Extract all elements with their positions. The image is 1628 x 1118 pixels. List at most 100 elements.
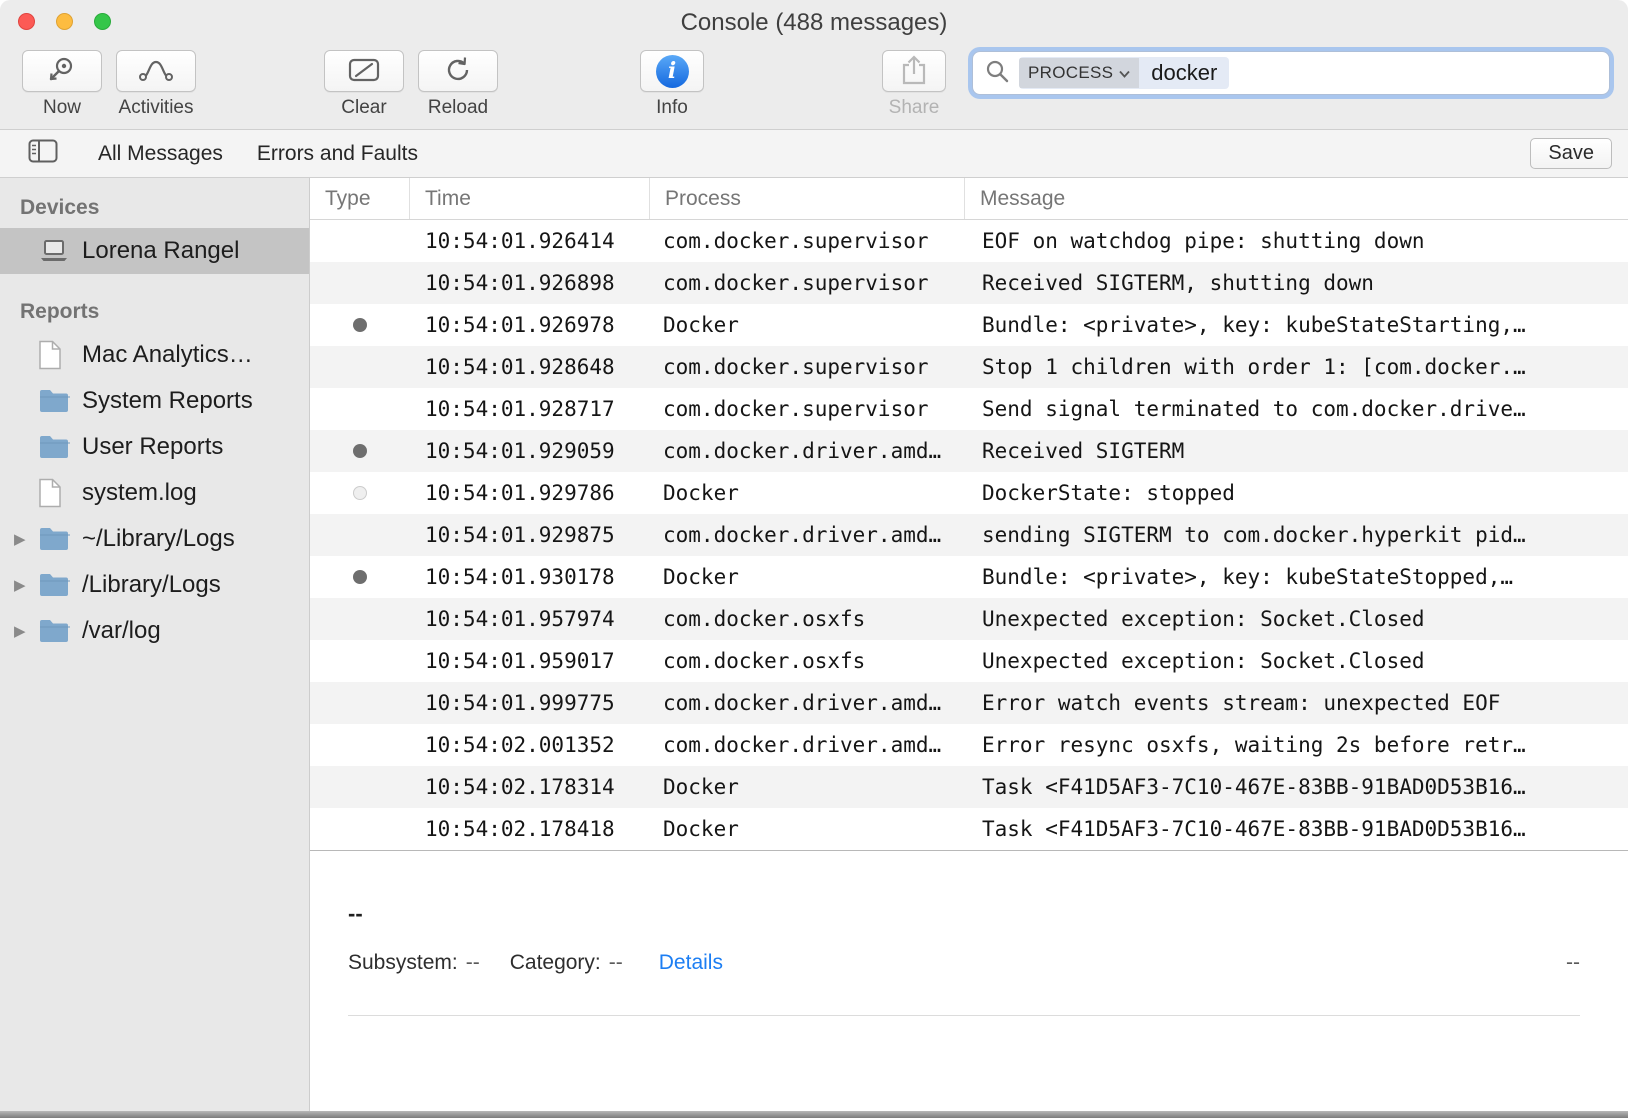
table-row[interactable]: 10:54:01.999775com.docker.driver.amd…Err…: [310, 682, 1628, 724]
message-cell: Error watch events stream: unexpected EO…: [965, 691, 1628, 715]
close-button[interactable]: [18, 13, 35, 30]
time-cell: 10:54:02.178314: [410, 775, 650, 799]
search-input[interactable]: [1229, 60, 1597, 86]
share-icon: [900, 54, 928, 89]
now-button[interactable]: [22, 50, 102, 92]
time-cell: 10:54:01.999775: [410, 691, 650, 715]
message-cell: Received SIGTERM: [965, 439, 1628, 463]
window-bottom-edge: [0, 1111, 1628, 1118]
log-level-dot-icon: [353, 318, 367, 332]
sidebar-item-mac-analytics[interactable]: Mac Analytics…: [0, 332, 309, 378]
category-label: Category:: [510, 951, 601, 975]
sidebar: DevicesLorena RangelReportsMac Analytics…: [0, 178, 310, 1111]
message-cell: Bundle: <private>, key: kubeStateStopped…: [965, 565, 1628, 589]
sidebar-toggle-button[interactable]: [22, 138, 64, 170]
process-cell: com.docker.supervisor: [650, 229, 965, 253]
tab-all-messages[interactable]: All Messages: [98, 142, 223, 166]
disclosure-triangle-icon[interactable]: ▶: [14, 576, 38, 594]
zoom-button[interactable]: [94, 13, 111, 30]
laptop-icon: [38, 238, 74, 264]
sidebar-item-lorena-rangel[interactable]: Lorena Rangel: [0, 228, 309, 274]
time-cell: 10:54:01.928717: [410, 397, 650, 421]
log-level-dot-icon: [353, 486, 367, 500]
message-cell: Stop 1 children with order 1: [com.docke…: [965, 355, 1628, 379]
save-button[interactable]: Save: [1530, 138, 1612, 169]
table-row[interactable]: 10:54:01.928648com.docker.supervisorStop…: [310, 346, 1628, 388]
now-icon: [47, 56, 77, 87]
table-row[interactable]: 10:54:02.178314DockerTask <F41D5AF3-7C10…: [310, 766, 1628, 808]
table-row[interactable]: 10:54:01.959017com.docker.osxfsUnexpecte…: [310, 640, 1628, 682]
info-button[interactable]: i: [640, 50, 704, 92]
folder-icon: [38, 619, 74, 644]
sidebar-item-system-log[interactable]: system.log: [0, 470, 309, 516]
minimize-button[interactable]: [56, 13, 73, 30]
clear-button[interactable]: [324, 50, 404, 92]
table-row[interactable]: 10:54:01.929786DockerDockerState: stoppe…: [310, 472, 1628, 514]
time-cell: 10:54:01.957974: [410, 607, 650, 631]
process-cell: Docker: [650, 565, 965, 589]
sidebar-item-label: Lorena Rangel: [82, 237, 239, 265]
activities-button[interactable]: [116, 50, 196, 92]
column-header-time[interactable]: Time: [410, 178, 650, 219]
detail-message-title: --: [348, 901, 1580, 927]
table-row[interactable]: 10:54:01.929875com.docker.driver.amd…sen…: [310, 514, 1628, 556]
message-cell: DockerState: stopped: [965, 481, 1628, 505]
process-cell: Docker: [650, 775, 965, 799]
time-cell: 10:54:01.959017: [410, 649, 650, 673]
type-cell: [310, 570, 410, 584]
table-row[interactable]: 10:54:01.926414com.docker.supervisorEOF …: [310, 220, 1628, 262]
time-cell: 10:54:01.929786: [410, 481, 650, 505]
table-row[interactable]: 10:54:01.926978DockerBundle: <private>, …: [310, 304, 1628, 346]
sidebar-toggle-icon: [28, 139, 58, 168]
disclosure-triangle-icon[interactable]: ▶: [14, 622, 38, 640]
clear-button-label: Clear: [341, 97, 386, 119]
folder-icon: [38, 389, 74, 414]
sidebar-item-user-reports[interactable]: User Reports: [0, 424, 309, 470]
log-view: Type Time Process Message 10:54:01.92641…: [310, 178, 1628, 1111]
sidebar-item-label: User Reports: [82, 433, 223, 461]
time-cell: 10:54:01.926414: [410, 229, 650, 253]
toolbar: Now Activities Clear Reload i Info Share…: [0, 44, 1628, 130]
share-button[interactable]: [882, 50, 946, 92]
table-row[interactable]: 10:54:01.957974com.docker.osxfsUnexpecte…: [310, 598, 1628, 640]
detail-divider: [348, 1015, 1580, 1016]
sidebar-item-var-log[interactable]: ▶/var/log: [0, 608, 309, 654]
table-row[interactable]: 10:54:01.930178DockerBundle: <private>, …: [310, 556, 1628, 598]
details-link[interactable]: Details: [659, 951, 723, 975]
process-cell: com.docker.driver.amd…: [650, 733, 965, 757]
content-area: DevicesLorena RangelReportsMac Analytics…: [0, 178, 1628, 1111]
column-header-type[interactable]: Type: [310, 178, 410, 219]
document-icon: [38, 340, 74, 370]
sidebar-item-label: ~/Library/Logs: [82, 525, 235, 553]
process-cell: com.docker.driver.amd…: [650, 691, 965, 715]
search-field[interactable]: PROCESS docker: [972, 51, 1610, 95]
sidebar-item-library-logs[interactable]: ▶/Library/Logs: [0, 562, 309, 608]
process-cell: com.docker.driver.amd…: [650, 439, 965, 463]
tab-errors-and-faults[interactable]: Errors and Faults: [257, 142, 418, 166]
reload-icon: [444, 56, 472, 87]
disclosure-triangle-icon[interactable]: ▶: [14, 530, 38, 548]
table-row[interactable]: 10:54:01.929059com.docker.driver.amd…Rec…: [310, 430, 1628, 472]
time-cell: 10:54:01.930178: [410, 565, 650, 589]
table-row[interactable]: 10:54:02.178418DockerTask <F41D5AF3-7C10…: [310, 808, 1628, 850]
share-toolbar-item: Share: [882, 50, 946, 119]
console-window: Console (488 messages) Now Activities Cl…: [0, 0, 1628, 1118]
sidebar-section-header: Reports: [0, 290, 309, 332]
column-header-message[interactable]: Message: [965, 178, 1628, 219]
search-token-type-dropdown[interactable]: PROCESS: [1019, 58, 1139, 88]
process-cell: com.docker.driver.amd…: [650, 523, 965, 547]
message-cell: Task <F41D5AF3-7C10-467E-83BB-91BAD0D53B…: [965, 817, 1628, 841]
table-row[interactable]: 10:54:01.926898com.docker.supervisorRece…: [310, 262, 1628, 304]
table-row[interactable]: 10:54:01.928717com.docker.supervisorSend…: [310, 388, 1628, 430]
sidebar-item-library-logs[interactable]: ▶ ~/Library/Logs: [0, 516, 309, 562]
activities-toolbar-item: Activities: [116, 50, 196, 119]
message-cell: Received SIGTERM, shutting down: [965, 271, 1628, 295]
table-row[interactable]: 10:54:02.001352com.docker.driver.amd…Err…: [310, 724, 1628, 766]
process-cell: com.docker.supervisor: [650, 355, 965, 379]
sidebar-item-system-reports[interactable]: System Reports: [0, 378, 309, 424]
time-cell: 10:54:01.929875: [410, 523, 650, 547]
process-cell: com.docker.supervisor: [650, 271, 965, 295]
reload-button-label: Reload: [428, 97, 488, 119]
reload-button[interactable]: [418, 50, 498, 92]
column-header-process[interactable]: Process: [650, 178, 965, 219]
